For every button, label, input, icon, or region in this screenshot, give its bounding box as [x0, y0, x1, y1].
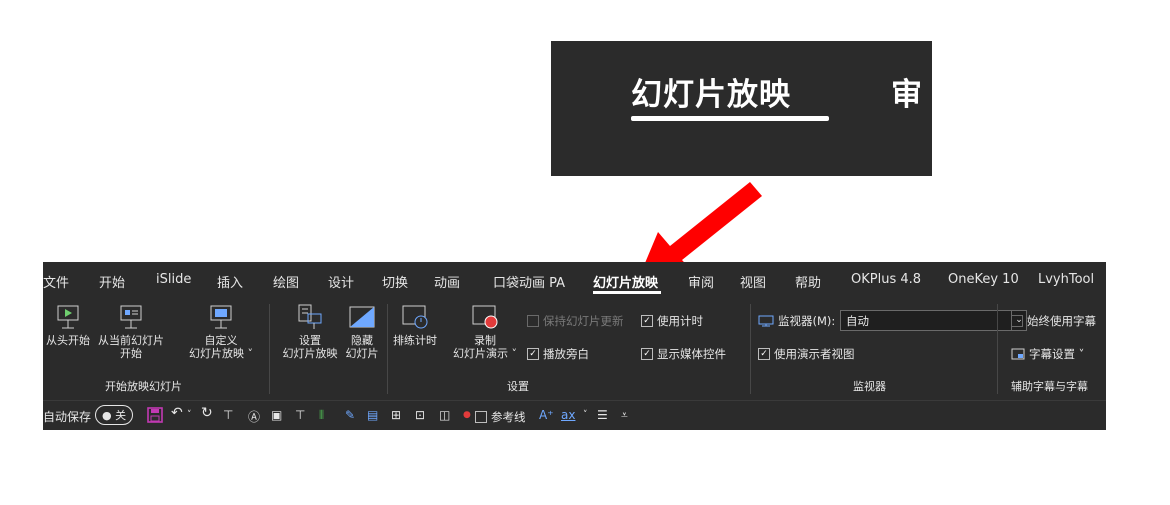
- group-label-subtitles: 辅助字幕与字幕: [1011, 380, 1088, 393]
- group-label-setup: 设置: [507, 380, 529, 393]
- check-icon: ✓: [641, 315, 653, 327]
- text-box-icon[interactable]: Ⓐ: [248, 408, 260, 425]
- ribbon-tabs: 文件 开始 iSlide 插入 绘图 设计 切换 动画 口袋动画 PA 幻灯片放…: [43, 262, 1106, 300]
- group-separator: [997, 304, 998, 394]
- ribbon: 文件 开始 iSlide 插入 绘图 设计 切换 动画 口袋动画 PA 幻灯片放…: [43, 262, 1106, 430]
- tab-help[interactable]: 帮助: [795, 272, 821, 291]
- tab-design[interactable]: 设计: [328, 272, 354, 291]
- tab-review[interactable]: 审阅: [688, 272, 714, 291]
- show-media-controls-checkbox[interactable]: ✓ 显示媒体控件: [641, 346, 726, 362]
- custom-slideshow-icon: [210, 305, 232, 329]
- check-icon: ✓: [527, 348, 539, 360]
- check-icon: ✓: [758, 348, 770, 360]
- hide-slide-icon: [349, 306, 375, 328]
- active-tab-underline: [593, 291, 661, 294]
- hide-slide-button[interactable]: 隐藏 幻灯片: [339, 304, 385, 360]
- subtitle-settings-icon: [1011, 348, 1025, 360]
- use-timings-checkbox[interactable]: ✓ 使用计时: [641, 313, 703, 329]
- tab-animations[interactable]: 动画: [434, 272, 460, 291]
- tab-draw[interactable]: 绘图: [273, 272, 299, 291]
- tab-okplus[interactable]: OKPlus 4.8: [851, 272, 921, 287]
- align-icon[interactable]: ⫴: [319, 408, 324, 423]
- shape-icon[interactable]: ◫: [439, 408, 450, 422]
- always-use-subtitles-checkbox[interactable]: 始终使用字幕: [1011, 313, 1096, 329]
- group-separator: [269, 304, 270, 394]
- keep-slides-updated-checkbox[interactable]: 保持幻灯片更新: [527, 313, 624, 329]
- group-separator: [750, 304, 751, 394]
- tab-islide[interactable]: iSlide: [156, 272, 191, 287]
- presenter-view-checkbox[interactable]: ✓ 使用演示者视图: [758, 346, 855, 362]
- list-icon[interactable]: ☰: [597, 408, 608, 422]
- font-size-icon[interactable]: A⁺: [539, 408, 554, 422]
- group-label-monitor: 监视器: [853, 380, 886, 393]
- save-icon[interactable]: [147, 407, 163, 423]
- subtitle-settings-button[interactable]: 字幕设置 ˅: [1011, 346, 1084, 362]
- tab-pocket-animation[interactable]: 口袋动画 PA: [493, 272, 565, 291]
- tab-home[interactable]: 开始: [99, 272, 125, 291]
- tab-transitions[interactable]: 切换: [382, 272, 408, 291]
- pin-icon[interactable]: ●: [463, 410, 471, 420]
- zoom-callout: 幻灯片放映 审: [551, 41, 932, 176]
- zoom-tab-underline: [631, 116, 829, 121]
- group-label-start: 开始放映幻灯片: [105, 380, 182, 393]
- zoom-next-tab: 审: [891, 77, 922, 113]
- monitor-icon: [758, 315, 774, 327]
- group-separator: [387, 304, 388, 394]
- distribute-icon[interactable]: ⊞: [391, 408, 401, 422]
- autosave-label: 自动保存: [43, 410, 92, 424]
- checkbox-box: [1011, 315, 1023, 327]
- play-narrations-checkbox[interactable]: ✓ 播放旁白: [527, 346, 589, 362]
- undo-icon[interactable]: ↶: [171, 405, 183, 421]
- from-current-slide-button[interactable]: 从当前幻灯片 开始: [95, 304, 167, 360]
- highlight-dropdown-icon[interactable]: ˅: [583, 410, 588, 420]
- reference-lines-checkbox[interactable]: 参考线: [475, 409, 526, 425]
- current-slide-icon: [120, 305, 142, 329]
- tab-lvyhtool[interactable]: LvyhTool: [1038, 272, 1094, 287]
- setup-slideshow-button[interactable]: 设置 幻灯片放映: [275, 304, 345, 360]
- monitor-label: 监视器(M):: [758, 313, 835, 329]
- tab-file[interactable]: 文件: [43, 272, 69, 291]
- highlight-icon[interactable]: ax: [561, 408, 575, 422]
- tab-slideshow[interactable]: 幻灯片放映: [593, 272, 658, 291]
- format-painter-icon[interactable]: ✎: [345, 408, 355, 422]
- zoom-active-tab: 幻灯片放映: [631, 77, 791, 113]
- tab-onekey[interactable]: OneKey 10: [948, 272, 1019, 287]
- tab-view[interactable]: 视图: [740, 272, 766, 291]
- checkbox-box: [475, 411, 487, 423]
- record-icon: [472, 305, 498, 329]
- redo-icon[interactable]: ↻: [201, 405, 213, 421]
- play-slide-icon: [57, 305, 79, 329]
- customize-toolbar-icon[interactable]: ⩡: [621, 408, 628, 423]
- slide-icon[interactable]: ⊤: [295, 408, 305, 422]
- from-beginning-button[interactable]: 从头开始: [43, 304, 93, 347]
- record-slideshow-button[interactable]: 录制 幻灯片演示 ˅: [447, 304, 523, 360]
- crop-icon[interactable]: ⊡: [415, 408, 425, 422]
- layout-icon[interactable]: ▤: [367, 408, 378, 422]
- checkbox-box: [527, 315, 539, 327]
- quick-access-toolbar: 自动保存 ● 关 ↶ ˅ ↻ ⊤ Ⓐ ▣ ⊤ ⫴ ✎ ▤ ⊞ ⊡ ◫ ● 参考线…: [43, 400, 1106, 430]
- rehearse-timer-icon: [402, 305, 428, 329]
- present-icon[interactable]: ⊤: [223, 408, 233, 422]
- tab-insert[interactable]: 插入: [217, 272, 243, 291]
- custom-slideshow-button[interactable]: 自定义 幻灯片放映 ˅: [179, 304, 263, 360]
- setup-slideshow-icon: [298, 304, 322, 329]
- check-icon: ✓: [641, 348, 653, 360]
- undo-dropdown-icon[interactable]: ˅: [187, 410, 192, 420]
- image-icon[interactable]: ▣: [271, 408, 282, 422]
- monitor-select[interactable]: 自动 ⌄: [840, 310, 1027, 331]
- autosave-toggle[interactable]: ● 关: [95, 405, 134, 425]
- rehearse-timings-button[interactable]: 排练计时: [391, 304, 439, 347]
